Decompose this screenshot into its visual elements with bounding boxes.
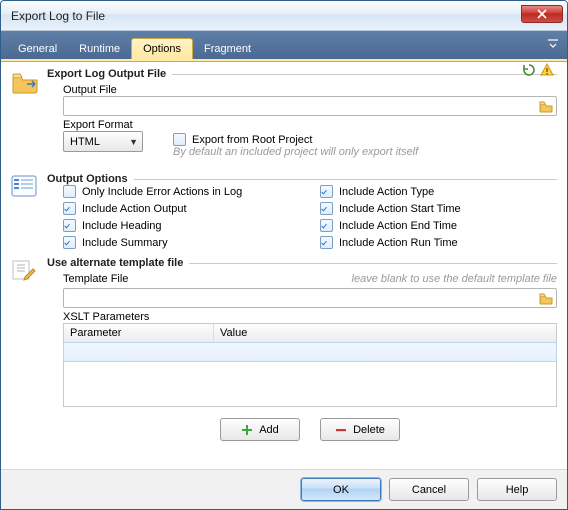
plus-icon: [241, 424, 253, 436]
dialog-footer: OK Cancel Help: [1, 469, 567, 509]
template-file-input[interactable]: [63, 288, 557, 308]
col-parameter[interactable]: Parameter: [64, 324, 214, 342]
chevron-down-icon: ▼: [129, 137, 138, 147]
output-file-input[interactable]: [63, 96, 557, 116]
template-file-label: Template File: [63, 273, 128, 285]
export-from-root-hint: By default an included project will only…: [173, 146, 557, 158]
options-list-icon: [11, 173, 47, 197]
checkbox-icon: [63, 236, 76, 249]
checkbox-icon: [320, 219, 333, 232]
output-options-group-label: Output Options: [47, 173, 128, 185]
folder-export-icon: [11, 68, 47, 94]
section-template: Use alternate template file Template Fil…: [11, 257, 557, 457]
ok-button-label: OK: [333, 484, 349, 496]
option-checkbox-2[interactable]: Include Action Output: [63, 202, 300, 215]
browse-file-icon[interactable]: [538, 98, 554, 114]
warning-icon[interactable]: [539, 62, 555, 78]
content-area: Export Log Output File Output File: [1, 62, 567, 469]
tab-options[interactable]: Options: [131, 38, 193, 59]
checkbox-label: Include Action End Time: [339, 220, 457, 232]
checkbox-icon: [63, 219, 76, 232]
delete-button-label: Delete: [353, 424, 385, 436]
option-checkbox-3[interactable]: Include Action Start Time: [320, 202, 557, 215]
template-group-label: Use alternate template file: [47, 257, 183, 269]
template-edit-icon: [11, 257, 47, 281]
table-row[interactable]: [63, 342, 557, 362]
tabbar: General Runtime Options Fragment: [1, 31, 567, 59]
close-button[interactable]: [521, 5, 563, 23]
checkbox-label: Include Summary: [82, 237, 168, 249]
xslt-params-label: XSLT Parameters: [63, 311, 557, 323]
browse-template-icon[interactable]: [538, 290, 554, 306]
cancel-button[interactable]: Cancel: [389, 478, 469, 501]
checkbox-icon: [320, 236, 333, 249]
checkbox-label: Only Include Error Actions in Log: [82, 186, 242, 198]
delete-button[interactable]: Delete: [320, 418, 400, 441]
export-from-root-label: Export from Root Project: [192, 134, 312, 146]
col-value[interactable]: Value: [214, 324, 556, 342]
table-body[interactable]: [64, 342, 556, 406]
add-button[interactable]: Add: [220, 418, 300, 441]
cell-parameter[interactable]: [64, 343, 214, 361]
output-options-grid: Only Include Error Actions in Log Include…: [47, 185, 557, 249]
checkbox-icon: [63, 185, 76, 198]
restore-defaults-icons[interactable]: [521, 62, 555, 78]
section-output-file: Export Log Output File Output File: [11, 68, 557, 169]
titlebar: Export Log to File: [1, 1, 567, 31]
option-checkbox-7[interactable]: Include Action Run Time: [320, 236, 557, 249]
option-checkbox-5[interactable]: Include Action End Time: [320, 219, 557, 232]
tab-fragment[interactable]: Fragment: [193, 39, 262, 59]
checkbox-icon: [173, 133, 186, 146]
table-header: Parameter Value: [64, 324, 556, 343]
option-checkbox-0[interactable]: Only Include Error Actions in Log: [63, 185, 300, 198]
template-file-hint: leave blank to use the default template …: [352, 273, 557, 285]
cancel-button-label: Cancel: [412, 484, 446, 496]
help-button-label: Help: [506, 484, 529, 496]
checkbox-icon: [320, 185, 333, 198]
tab-runtime[interactable]: Runtime: [68, 39, 131, 59]
add-button-label: Add: [259, 424, 279, 436]
checkbox-label: Include Action Type: [339, 186, 434, 198]
minus-icon: [335, 424, 347, 436]
tab-overflow-menu-icon[interactable]: [547, 37, 559, 49]
option-checkbox-6[interactable]: Include Summary: [63, 236, 300, 249]
dialog-window: Export Log to File General Runtime Optio…: [0, 0, 568, 510]
export-from-root-checkbox[interactable]: Export from Root Project: [173, 133, 557, 146]
tab-general[interactable]: General: [7, 39, 68, 59]
checkbox-label: Include Action Start Time: [339, 203, 461, 215]
output-file-group-label: Export Log Output File: [47, 68, 166, 80]
close-icon: [537, 9, 547, 19]
export-format-select[interactable]: HTML ▼: [63, 131, 143, 152]
checkbox-icon: [63, 202, 76, 215]
checkbox-icon: [320, 202, 333, 215]
cell-value[interactable]: [214, 343, 556, 361]
xslt-params-table: Parameter Value: [63, 323, 557, 407]
checkbox-label: Include Action Output: [82, 203, 187, 215]
checkbox-label: Include Heading: [82, 220, 162, 232]
export-format-label: Export Format: [63, 119, 143, 131]
export-format-value: HTML: [70, 136, 100, 148]
window-title: Export Log to File: [11, 9, 105, 23]
option-checkbox-4[interactable]: Include Heading: [63, 219, 300, 232]
help-button[interactable]: Help: [477, 478, 557, 501]
option-checkbox-1[interactable]: Include Action Type: [320, 185, 557, 198]
reset-icon[interactable]: [521, 62, 537, 78]
output-file-label: Output File: [63, 84, 557, 96]
ok-button[interactable]: OK: [301, 478, 381, 501]
checkbox-label: Include Action Run Time: [339, 237, 458, 249]
section-output-options: Output Options Only Include Error Action…: [11, 173, 557, 253]
